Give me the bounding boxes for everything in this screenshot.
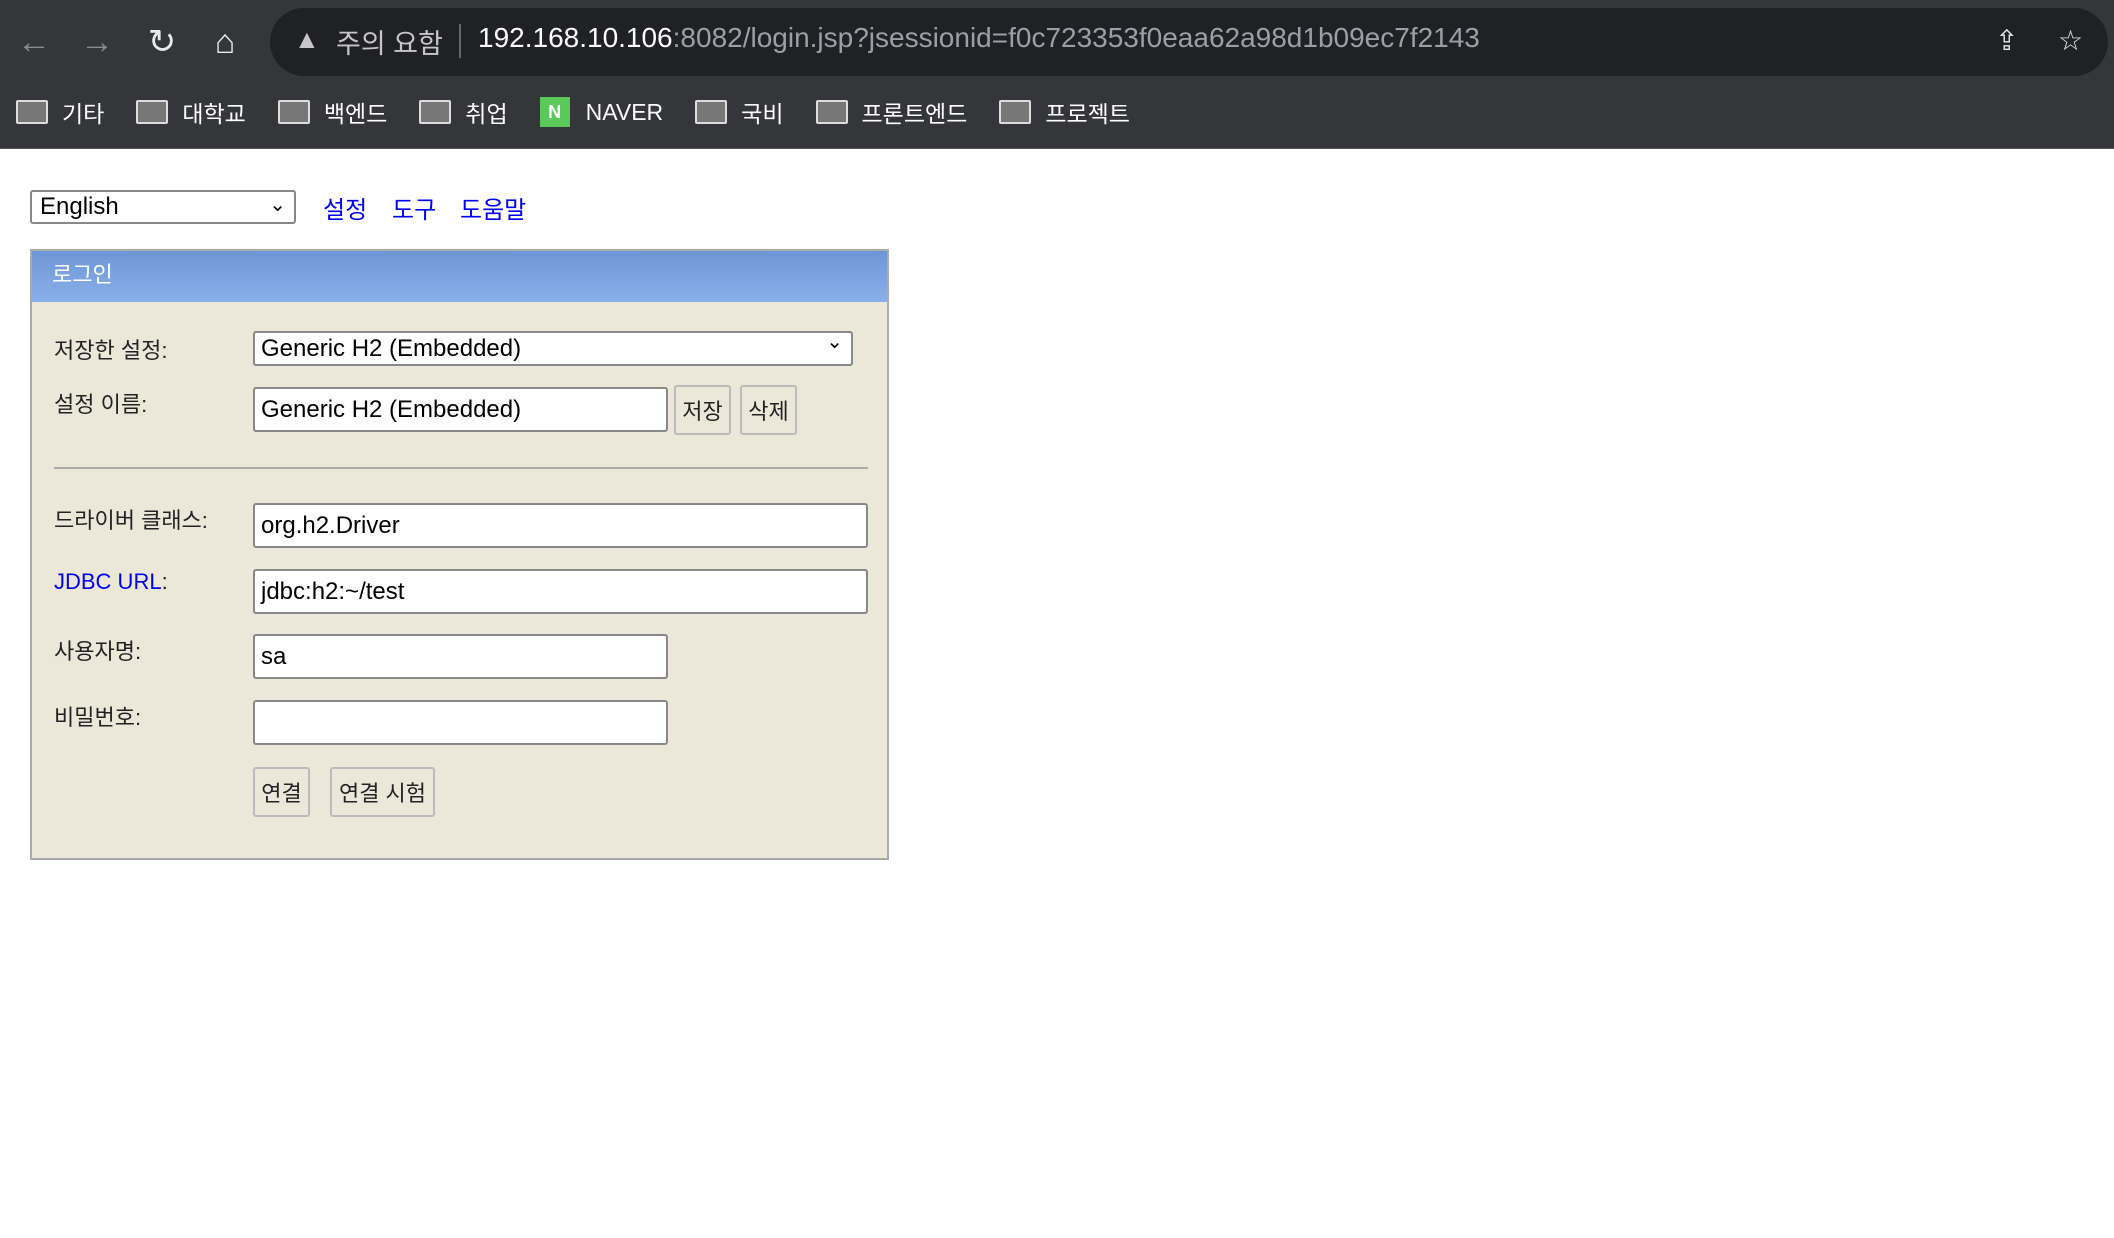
bookmark-label: 대학교 <box>182 101 246 127</box>
bookmark-백엔드[interactable]: 백엔드 <box>277 95 388 129</box>
saved-settings-value: Generic H2 (Embedded) <box>261 334 522 362</box>
star-icon[interactable]: ☆ <box>2058 24 2083 57</box>
bookmark-label: 백엔드 <box>323 101 388 127</box>
bookmark-프론트엔드[interactable]: 프론트엔드 <box>815 95 968 129</box>
setting-name-label: 설정 이름: <box>54 392 148 417</box>
setting-name-input[interactable]: Generic H2 (Embedded) <box>253 387 668 432</box>
url-host: 192.168.10.106 <box>478 22 673 53</box>
username-input[interactable]: sa <box>253 634 668 679</box>
bookmark-label: 프론트엔드 <box>861 101 968 127</box>
folder-icon <box>815 100 848 124</box>
jdbc-url-link[interactable]: JDBC URL <box>54 569 162 594</box>
folder-icon <box>695 100 728 124</box>
folder-icon <box>16 100 48 124</box>
login-panel: 로그인 저장한 설정: Generic H2 (Embedded) ⌄ 설정 이름… <box>30 249 889 860</box>
divider <box>459 24 461 58</box>
share-icon[interactable]: ⇪ <box>1995 24 2018 57</box>
bookmark-프로젝트[interactable]: 프로젝트 <box>999 95 1130 129</box>
settings-link[interactable]: 설정 <box>323 190 367 225</box>
jdbc-url-input[interactable]: jdbc:h2:~/test <box>253 569 868 614</box>
folder-icon <box>419 100 452 124</box>
url-text[interactable]: 192.168.10.106:8082/login.jsp?jsessionid… <box>478 22 1480 54</box>
bookmarks-bar: 기타 대학교 백엔드 취업 N NAVER 국비 프론트엔드 프로젝트 <box>0 92 1146 132</box>
driver-class-input[interactable]: org.h2.Driver <box>253 503 868 548</box>
password-input[interactable] <box>253 700 668 745</box>
username-label: 사용자명: <box>54 639 142 664</box>
test-connection-button[interactable]: 연결 시험 <box>330 767 435 817</box>
bookmark-label: 취업 <box>465 101 508 127</box>
delete-button[interactable]: 삭제 <box>740 385 797 435</box>
bookmark-label: 프로젝트 <box>1045 101 1130 127</box>
saved-settings-select[interactable]: Generic H2 (Embedded) ⌄ <box>253 331 853 366</box>
bookmark-국비[interactable]: 국비 <box>695 95 784 129</box>
reload-icon[interactable]: ↻ <box>142 22 182 62</box>
tools-link[interactable]: 도구 <box>392 190 436 225</box>
connect-button[interactable]: 연결 <box>253 767 310 817</box>
folder-icon <box>999 100 1032 124</box>
password-label: 비밀번호: <box>54 705 142 730</box>
bookmark-label: NAVER <box>585 98 664 125</box>
language-select[interactable]: English ⌄ <box>30 190 296 224</box>
browser-chrome: ← → ↻ ⌂ ▲ 주의 요함 192.168.10.106:8082/logi… <box>0 0 2114 149</box>
bookmark-label: 국비 <box>741 101 784 127</box>
back-icon[interactable]: ← <box>14 22 54 62</box>
jdbc-url-label: JDBC URL: <box>54 569 168 595</box>
bookmark-기타[interactable]: 기타 <box>16 95 104 129</box>
naver-icon: N <box>539 97 570 127</box>
bookmark-대학교[interactable]: 대학교 <box>136 95 246 129</box>
colon: : <box>161 569 168 594</box>
warning-icon[interactable]: ▲ <box>294 24 320 55</box>
bookmark-naver[interactable]: N NAVER <box>539 97 664 127</box>
bookmark-label: 기타 <box>62 101 105 127</box>
divider <box>54 467 868 469</box>
driver-class-label: 드라이버 클래스: <box>54 508 208 533</box>
panel-title: 로그인 <box>32 251 887 302</box>
folder-icon <box>277 100 310 124</box>
saved-settings-label: 저장한 설정: <box>54 338 168 363</box>
folder-icon <box>136 100 169 124</box>
home-icon[interactable]: ⌂ <box>205 22 245 62</box>
language-value: English <box>40 193 119 220</box>
chevron-down-icon: ⌄ <box>269 194 286 216</box>
url-path: :8082/login.jsp?jsessionid=f0c723353f0ea… <box>672 22 1480 53</box>
bookmark-취업[interactable]: 취업 <box>419 95 508 129</box>
help-link[interactable]: 도움말 <box>460 190 526 225</box>
security-label[interactable]: 주의 요함 <box>336 22 443 61</box>
save-button[interactable]: 저장 <box>674 385 731 435</box>
chevron-down-icon: ⌄ <box>826 331 843 353</box>
forward-icon[interactable]: → <box>77 22 117 62</box>
